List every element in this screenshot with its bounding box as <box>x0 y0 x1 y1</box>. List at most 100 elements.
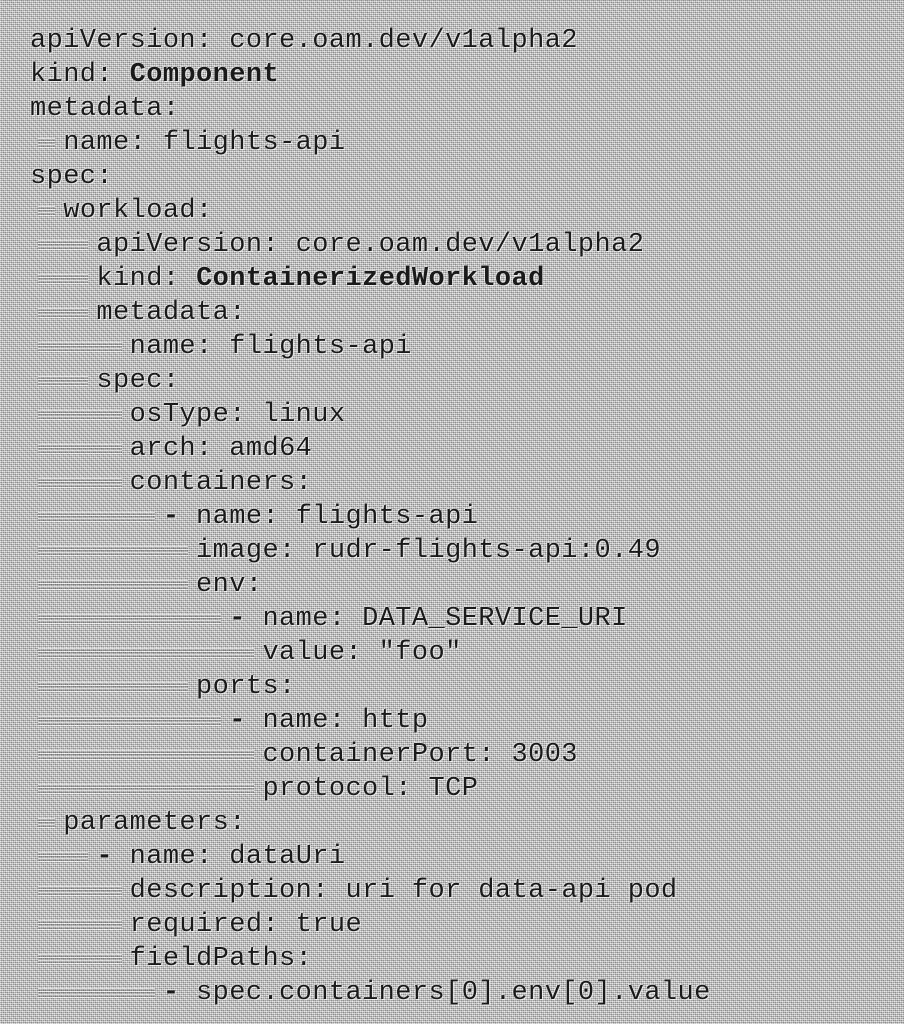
code-line: arch: amd64 <box>30 432 890 466</box>
yaml-value: flights-api <box>229 332 412 362</box>
yaml-key: apiVersion <box>96 230 263 260</box>
yaml-code-block: apiVersion: core.oam.dev/v1alpha2 kind: C… <box>30 24 890 1010</box>
code-indent <box>30 466 130 500</box>
code-line: protocol: TCP <box>30 772 890 806</box>
code-indent <box>30 738 262 772</box>
code-line: kind: Component <box>30 58 890 92</box>
yaml-colon: : <box>196 842 230 872</box>
yaml-colon: : <box>328 706 363 736</box>
code-indent <box>30 704 229 738</box>
yaml-key: value <box>262 638 346 668</box>
code-line: spec: <box>30 160 890 194</box>
yaml-key: spec <box>30 162 97 192</box>
code-indent <box>30 908 130 942</box>
yaml-key: containers <box>129 468 296 498</box>
code-indent <box>30 228 96 262</box>
yaml-colon: : <box>162 94 180 124</box>
code-line: - name: flights-api <box>30 500 890 534</box>
code-indent <box>30 432 130 466</box>
yaml-value: flights-api <box>295 502 479 532</box>
code-indent <box>30 398 130 432</box>
yaml-key: required <box>129 910 263 940</box>
yaml-key: containerPort <box>262 740 479 770</box>
yaml-value: "foo" <box>378 638 462 668</box>
yaml-colon: : <box>262 502 296 532</box>
code-indent <box>30 534 196 568</box>
list-dash: - <box>96 842 130 872</box>
code-line: containers: <box>30 466 890 500</box>
yaml-colon: : <box>345 638 379 668</box>
code-line: apiVersion: core.oam.dev/v1alpha2 <box>30 24 890 58</box>
code-line: - spec.containers[0].env[0].value <box>30 976 890 1010</box>
code-line: ports: <box>30 670 890 704</box>
list-dash: - <box>162 502 197 532</box>
list-dash: - <box>229 706 263 736</box>
yaml-value: linux <box>262 400 346 430</box>
yaml-colon: : <box>96 162 114 192</box>
yaml-key: name <box>129 842 197 872</box>
yaml-value: uri for data-api pod <box>345 876 678 906</box>
code-indent <box>30 636 262 670</box>
yaml-value: amd64 <box>229 434 313 464</box>
yaml-colon: : <box>96 60 130 90</box>
code-indent <box>30 976 163 1010</box>
yaml-key: spec <box>96 366 163 396</box>
code-indent <box>30 942 130 976</box>
yaml-value: core.oam.dev/v1alpha2 <box>229 26 578 56</box>
code-indent <box>30 602 229 636</box>
code-line: apiVersion: core.oam.dev/v1alpha2 <box>30 228 890 262</box>
list-dash: - <box>229 604 263 634</box>
yaml-colon: : <box>328 604 363 634</box>
yaml-key: workload <box>63 196 197 226</box>
code-line: env: <box>30 568 890 602</box>
yaml-colon: : <box>312 876 346 906</box>
yaml-colon: : <box>229 400 263 430</box>
code-line: osType: linux <box>30 398 890 432</box>
code-indent <box>30 874 130 908</box>
code-line: required: true <box>30 908 890 942</box>
code-line: - name: dataUri <box>30 840 890 874</box>
yaml-colon: : <box>262 230 296 260</box>
yaml-key: image <box>196 536 280 566</box>
yaml-value: http <box>362 706 429 736</box>
yaml-key: description <box>129 876 313 906</box>
yaml-key: name <box>262 706 329 736</box>
code-indent <box>30 262 96 296</box>
yaml-key: apiVersion <box>30 26 197 56</box>
yaml-colon: : <box>162 264 197 294</box>
code-indent <box>30 364 96 398</box>
yaml-key: parameters <box>63 808 230 838</box>
code-line: metadata: <box>30 296 890 330</box>
yaml-value: TCP <box>428 774 479 804</box>
yaml-key: protocol <box>262 774 396 804</box>
code-line: image: rudr-flights-api:0.49 <box>30 534 890 568</box>
code-line: workload: <box>30 194 890 228</box>
yaml-key: fieldPaths <box>129 944 296 974</box>
code-indent <box>30 840 96 874</box>
yaml-key: kind <box>30 60 97 90</box>
yaml-colon: : <box>262 910 296 940</box>
code-indent <box>30 330 130 364</box>
list-dash: - <box>162 978 197 1008</box>
code-indent <box>30 126 63 160</box>
code-line: parameters: <box>30 806 890 840</box>
yaml-colon: : <box>245 570 263 600</box>
yaml-value: spec.containers[0].env[0].value <box>196 978 711 1008</box>
yaml-key: kind <box>96 264 163 294</box>
code-indent <box>30 806 63 840</box>
code-indent <box>30 500 163 534</box>
code-line: - name: DATA_SERVICE_URI <box>30 602 890 636</box>
code-line: - name: http <box>30 704 890 738</box>
yaml-colon: : <box>196 196 213 226</box>
yaml-key: name <box>63 128 130 158</box>
code-indent <box>30 772 262 806</box>
yaml-key: metadata <box>30 94 163 124</box>
yaml-value: ContainerizedWorkload <box>196 264 545 294</box>
yaml-colon: : <box>196 332 230 362</box>
yaml-colon: : <box>295 944 313 974</box>
code-line: fieldPaths: <box>30 942 890 976</box>
yaml-key: name <box>129 332 197 362</box>
yaml-colon: : <box>478 740 512 770</box>
yaml-colon: : <box>129 128 163 158</box>
yaml-value: dataUri <box>229 842 346 872</box>
